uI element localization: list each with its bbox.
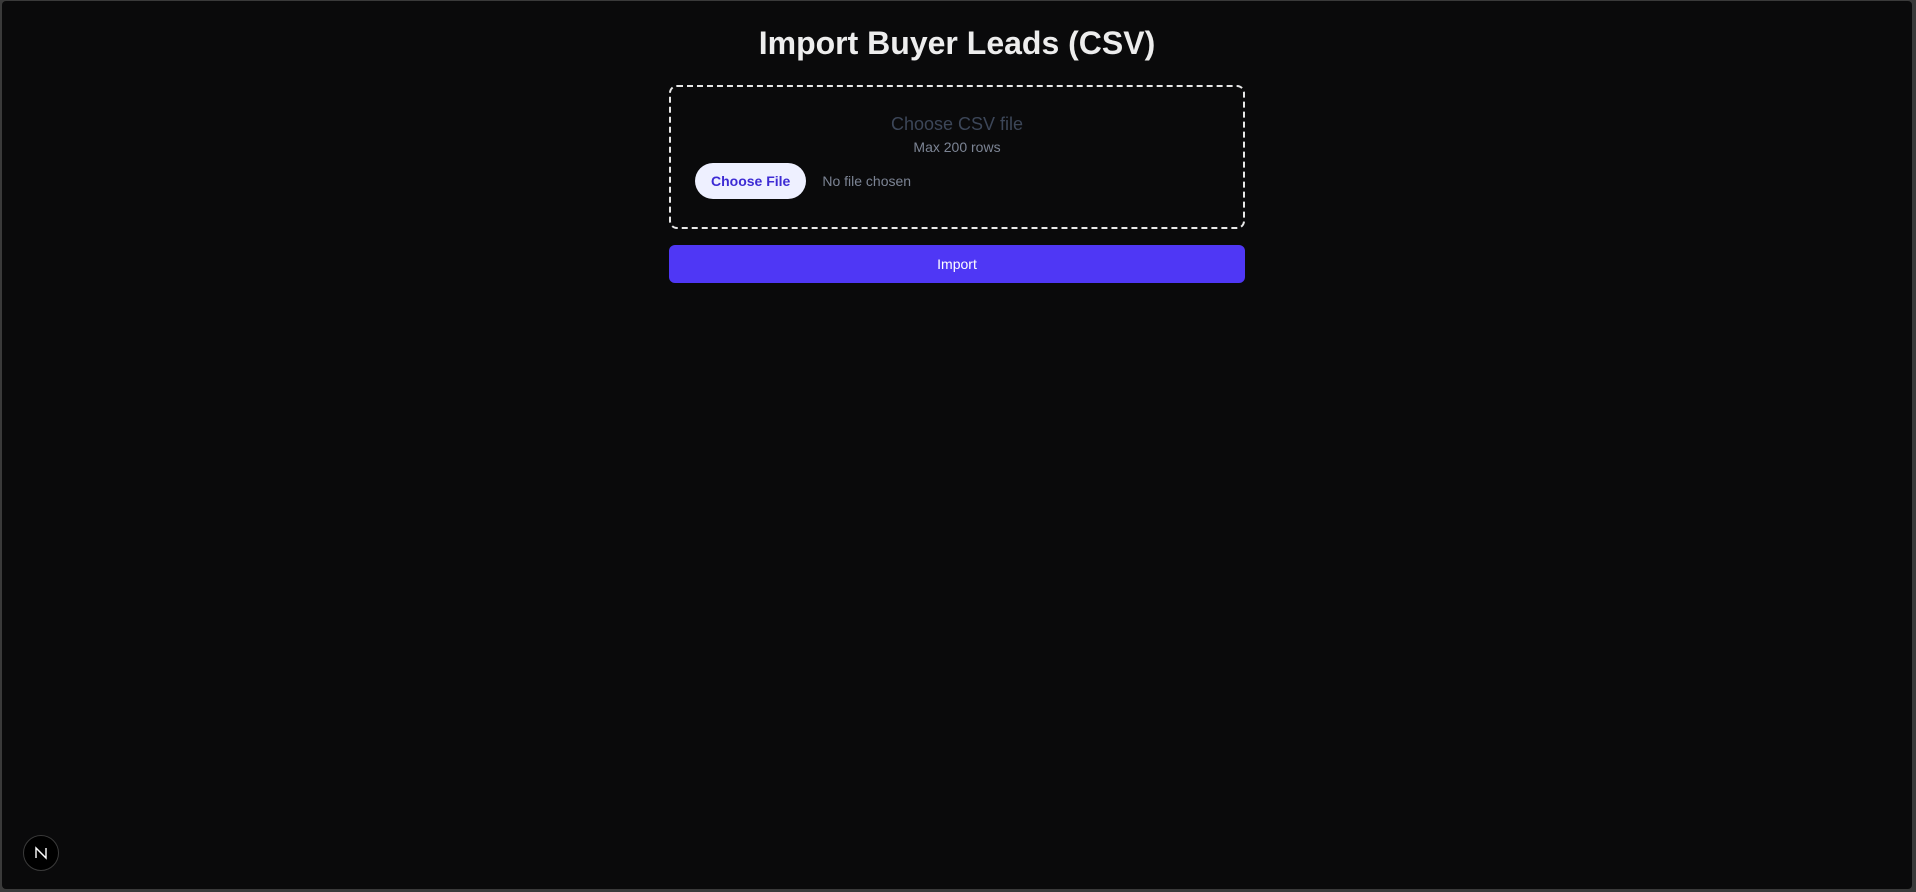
import-page: Import Buyer Leads (CSV) Choose CSV file… <box>669 1 1245 283</box>
nextjs-dev-badge[interactable] <box>23 835 59 871</box>
choose-file-button[interactable]: Choose File <box>695 163 807 199</box>
import-button[interactable]: Import <box>669 245 1245 283</box>
page-title: Import Buyer Leads (CSV) <box>758 25 1156 61</box>
file-status-text: No file chosen <box>822 173 912 189</box>
app-window: Import Buyer Leads (CSV) Choose CSV file… <box>2 1 1912 889</box>
csv-dropzone[interactable]: Choose CSV file Max 200 rows Choose File… <box>669 85 1245 229</box>
file-input[interactable]: Choose File No file chosen <box>695 163 1219 199</box>
dropzone-heading: Choose CSV file <box>890 114 1024 134</box>
nextjs-logo-icon <box>35 846 47 860</box>
dropzone-hint: Max 200 rows <box>913 139 1001 155</box>
